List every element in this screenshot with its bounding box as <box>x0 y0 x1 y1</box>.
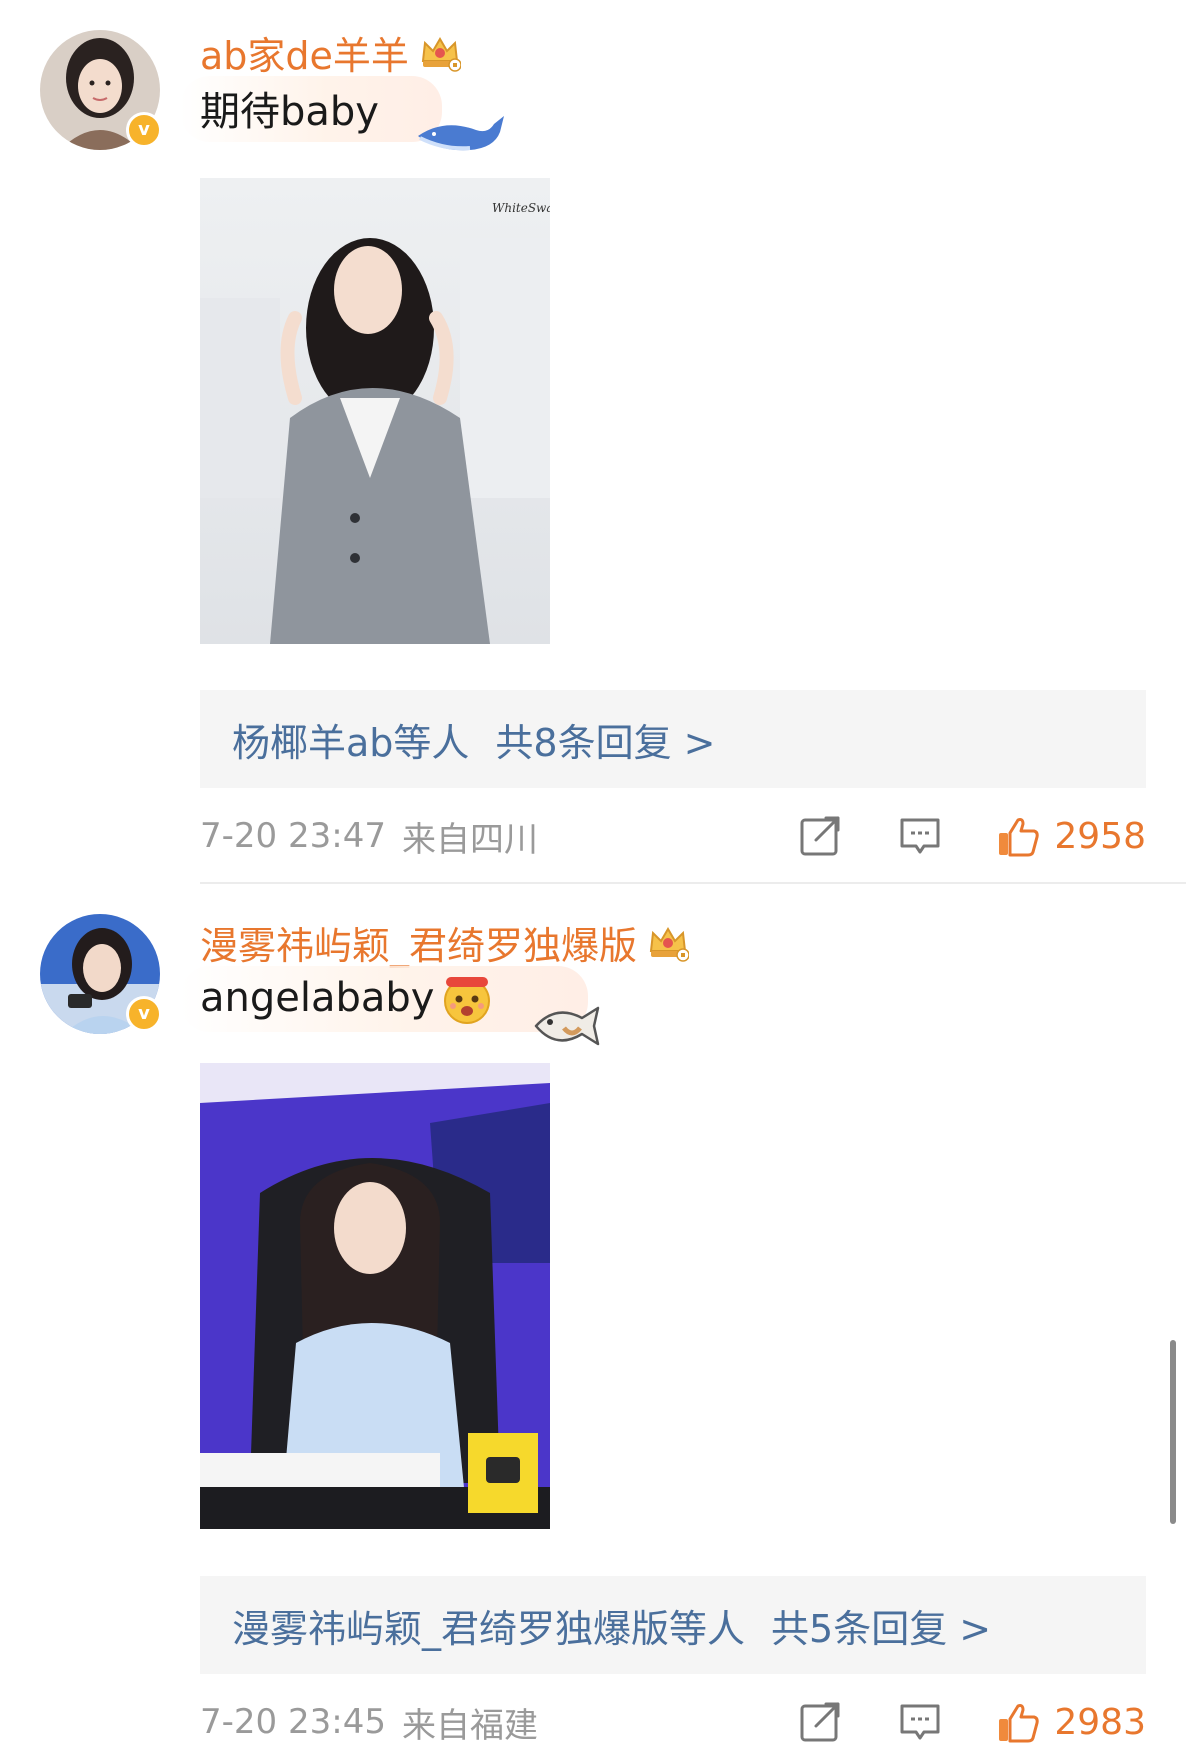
whale-icon <box>418 116 504 151</box>
fish-icon <box>534 1006 600 1046</box>
username[interactable]: ab家de羊羊 <box>200 25 409 80</box>
comment-photo[interactable] <box>200 1063 550 1529</box>
reply-count-link[interactable]: 共8条回复 > <box>495 712 715 767</box>
verified-badge: v <box>126 996 162 1032</box>
thumbs-up-icon <box>999 818 1040 857</box>
username[interactable]: 漫雾祎屿颖_君绮罗独爆版 <box>200 915 637 970</box>
comment-time: 7-20 23:47 <box>200 816 386 856</box>
comment-photo[interactable]: WhiteSwan <box>200 178 550 644</box>
like-count: 2983 <box>1054 1701 1146 1743</box>
comment-text: angelababy <box>200 975 435 1021</box>
comment-icon[interactable] <box>898 814 942 858</box>
avatar[interactable]: v <box>40 30 162 150</box>
cheer-face-emoji <box>444 977 491 1024</box>
comment-divider <box>200 882 1186 884</box>
reply-summary[interactable]: 杨椰羊ab等人 共8条回复 > <box>200 690 1146 788</box>
crown-icon <box>649 927 690 962</box>
reply-summary[interactable]: 漫雾祎屿颖_君绮罗独爆版等人 共5条回复 > <box>200 1576 1146 1674</box>
comment-location: 来自四川 <box>401 819 538 860</box>
like-count: 2958 <box>1054 815 1146 857</box>
crown-icon <box>421 37 461 72</box>
comment-icon[interactable] <box>898 1700 942 1744</box>
share-icon[interactable] <box>798 1700 842 1744</box>
share-icon[interactable] <box>798 814 842 858</box>
avatar[interactable]: v <box>40 914 162 1034</box>
thumbs-up-icon <box>999 1704 1040 1743</box>
verified-badge: v <box>126 112 162 148</box>
comment-time: 7-20 23:45 <box>200 1702 386 1742</box>
reply-names[interactable]: 漫雾祎屿颖_君绮罗独爆版等人 <box>232 1598 745 1653</box>
like-button[interactable]: 2958 <box>996 814 1146 858</box>
comment-location: 来自福建 <box>401 1705 538 1746</box>
comment-text: 期待baby <box>200 89 379 135</box>
scrollbar[interactable] <box>1170 1340 1176 1524</box>
reply-count-link[interactable]: 共5条回复 > <box>771 1598 991 1653</box>
watermark-text: WhiteSwan <box>492 201 550 215</box>
like-button[interactable]: 2983 <box>996 1700 1146 1744</box>
reply-names[interactable]: 杨椰羊ab等人 <box>232 712 469 767</box>
